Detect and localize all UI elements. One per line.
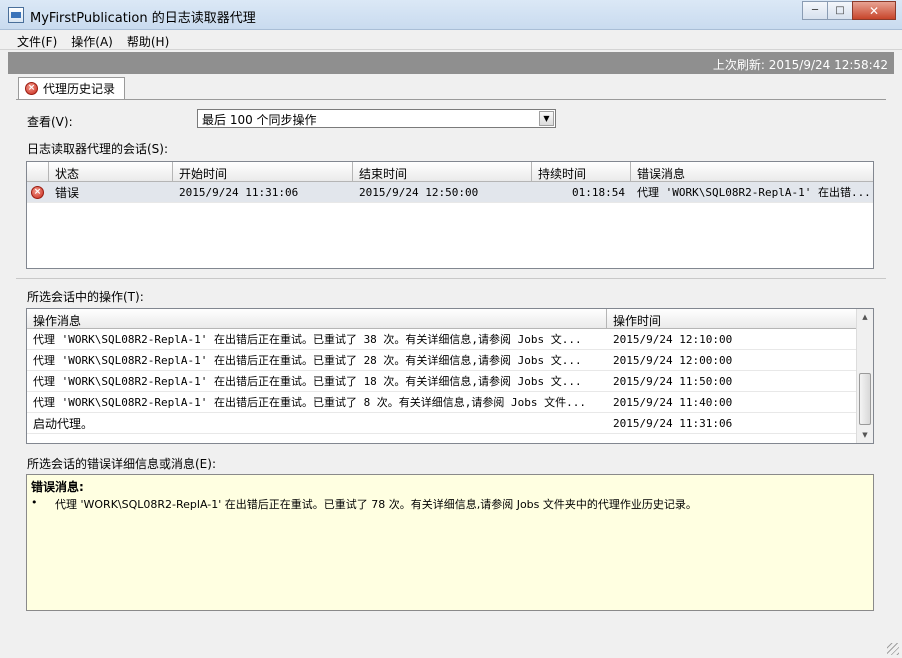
details-text: 代理 'WORK\SQL08R2-ReplA-1' 在出错后正在重试。已重试了 … bbox=[55, 498, 697, 511]
menu-help[interactable]: 帮助(H) bbox=[120, 30, 176, 49]
action-time: 2015/9/24 12:10:00 bbox=[613, 332, 733, 346]
scroll-thumb[interactable] bbox=[859, 373, 871, 425]
window-controls: ─ □ ✕ bbox=[802, 1, 896, 20]
bullet: • bbox=[31, 496, 38, 509]
action-row[interactable]: 代理 'WORK\SQL08R2-ReplA-1' 在出错后正在重试。已重试了 … bbox=[27, 392, 873, 413]
last-refresh-bar: 上次刷新: 2015/9/24 12:58:42 bbox=[8, 52, 894, 74]
session-status: 错误 bbox=[55, 185, 80, 200]
view-label: 查看(V): bbox=[27, 115, 73, 129]
menu-action[interactable]: 操作(A) bbox=[64, 30, 120, 49]
session-row[interactable]: × 错误 2015/9/24 11:31:06 2015/9/24 12:50:… bbox=[27, 182, 873, 203]
action-message: 代理 'WORK\SQL08R2-ReplA-1' 在出错后正在重试。已重试了 … bbox=[33, 375, 582, 388]
view-selected-value: 最后 100 个同步操作 bbox=[202, 113, 317, 127]
menu-file[interactable]: 文件(F) bbox=[10, 30, 64, 49]
window-title: MyFirstPublication 的日志读取器代理 bbox=[30, 11, 256, 26]
col-error-message[interactable]: 错误消息 bbox=[631, 162, 873, 181]
col-end-time[interactable]: 结束时间 bbox=[353, 162, 532, 181]
col-action-message[interactable]: 操作消息 bbox=[27, 309, 607, 328]
action-row[interactable]: 代理 'WORK\SQL08R2-ReplA-1' 在出错后正在重试。已重试了 … bbox=[27, 329, 873, 350]
header-spacer bbox=[27, 162, 49, 181]
details-label: 所选会话的错误详细信息或消息(E): bbox=[27, 457, 216, 471]
resize-grip-icon[interactable] bbox=[887, 643, 899, 655]
actions-label: 所选会话中的操作(T): bbox=[27, 290, 144, 304]
action-message: 代理 'WORK\SQL08R2-ReplA-1' 在出错后正在重试。已重试了 … bbox=[33, 333, 582, 346]
col-duration[interactable]: 持续时间 bbox=[532, 162, 631, 181]
sessions-label: 日志读取器代理的会话(S): bbox=[27, 142, 169, 156]
action-row[interactable]: 代理 'WORK\SQL08R2-ReplA-1' 在出错后正在重试。已重试了 … bbox=[27, 350, 873, 371]
action-time: 2015/9/24 11:40:00 bbox=[613, 395, 733, 409]
error-icon: × bbox=[25, 82, 38, 95]
action-time: 2015/9/24 11:50:00 bbox=[613, 374, 733, 388]
session-start: 2015/9/24 11:31:06 bbox=[179, 185, 299, 199]
action-row[interactable]: 代理 'WORK\SQL08R2-ReplA-1' 在出错后正在重试。已重试了 … bbox=[27, 371, 873, 392]
dropdown-arrow-icon[interactable]: ▼ bbox=[539, 111, 554, 126]
tab-agent-history[interactable]: × 代理历史记录 bbox=[18, 77, 125, 99]
session-end: 2015/9/24 12:50:00 bbox=[359, 185, 479, 199]
sessions-grid[interactable]: 状态 开始时间 结束时间 持续时间 错误消息 × 错误 2015/9/24 11… bbox=[26, 161, 874, 269]
close-button[interactable]: ✕ bbox=[852, 1, 896, 20]
action-time: 2015/9/24 11:31:06 bbox=[613, 416, 733, 430]
session-message: 代理 'WORK\SQL08R2-ReplA-1' 在出错... bbox=[637, 186, 871, 199]
row-status-icon-cell: × bbox=[27, 185, 49, 199]
menu-bar: 文件(F) 操作(A) 帮助(H) bbox=[0, 30, 902, 50]
actions-scrollbar[interactable]: ▲ ▼ bbox=[856, 309, 873, 443]
col-status[interactable]: 状态 bbox=[49, 162, 173, 181]
error-icon: × bbox=[31, 185, 44, 199]
tab-label: 代理历史记录 bbox=[43, 82, 116, 96]
splitter[interactable] bbox=[16, 278, 886, 279]
action-row[interactable]: 启动代理。 2015/9/24 11:31:06 bbox=[27, 413, 873, 434]
scroll-down-icon[interactable]: ▼ bbox=[857, 427, 873, 443]
sessions-header: 状态 开始时间 结束时间 持续时间 错误消息 bbox=[27, 162, 873, 182]
col-start-time[interactable]: 开始时间 bbox=[173, 162, 353, 181]
title-bar: MyFirstPublication 的日志读取器代理 ─ □ ✕ bbox=[0, 0, 902, 30]
action-message: 代理 'WORK\SQL08R2-ReplA-1' 在出错后正在重试。已重试了 … bbox=[33, 354, 582, 367]
action-time: 2015/9/24 12:00:00 bbox=[613, 353, 733, 367]
action-message: 代理 'WORK\SQL08R2-ReplA-1' 在出错后正在重试。已重试了 … bbox=[33, 396, 587, 409]
maximize-button[interactable]: □ bbox=[827, 1, 853, 20]
session-duration: 01:18:54 bbox=[572, 185, 625, 199]
actions-grid[interactable]: 操作消息 操作时间 代理 'WORK\SQL08R2-ReplA-1' 在出错后… bbox=[26, 308, 874, 444]
error-details-panel: 错误消息: • 代理 'WORK\SQL08R2-ReplA-1' 在出错后正在… bbox=[26, 474, 874, 611]
details-title: 错误消息: bbox=[31, 480, 84, 494]
col-action-time[interactable]: 操作时间 bbox=[607, 309, 857, 328]
view-select[interactable]: 最后 100 个同步操作 ▼ bbox=[197, 109, 556, 128]
scroll-up-icon[interactable]: ▲ bbox=[857, 309, 873, 325]
details-line: • 代理 'WORK\SQL08R2-ReplA-1' 在出错后正在重试。已重试… bbox=[31, 496, 869, 512]
action-message: 启动代理。 bbox=[33, 416, 94, 431]
minimize-button[interactable]: ─ bbox=[802, 1, 828, 20]
actions-header: 操作消息 操作时间 bbox=[27, 309, 873, 329]
app-icon bbox=[8, 7, 24, 23]
